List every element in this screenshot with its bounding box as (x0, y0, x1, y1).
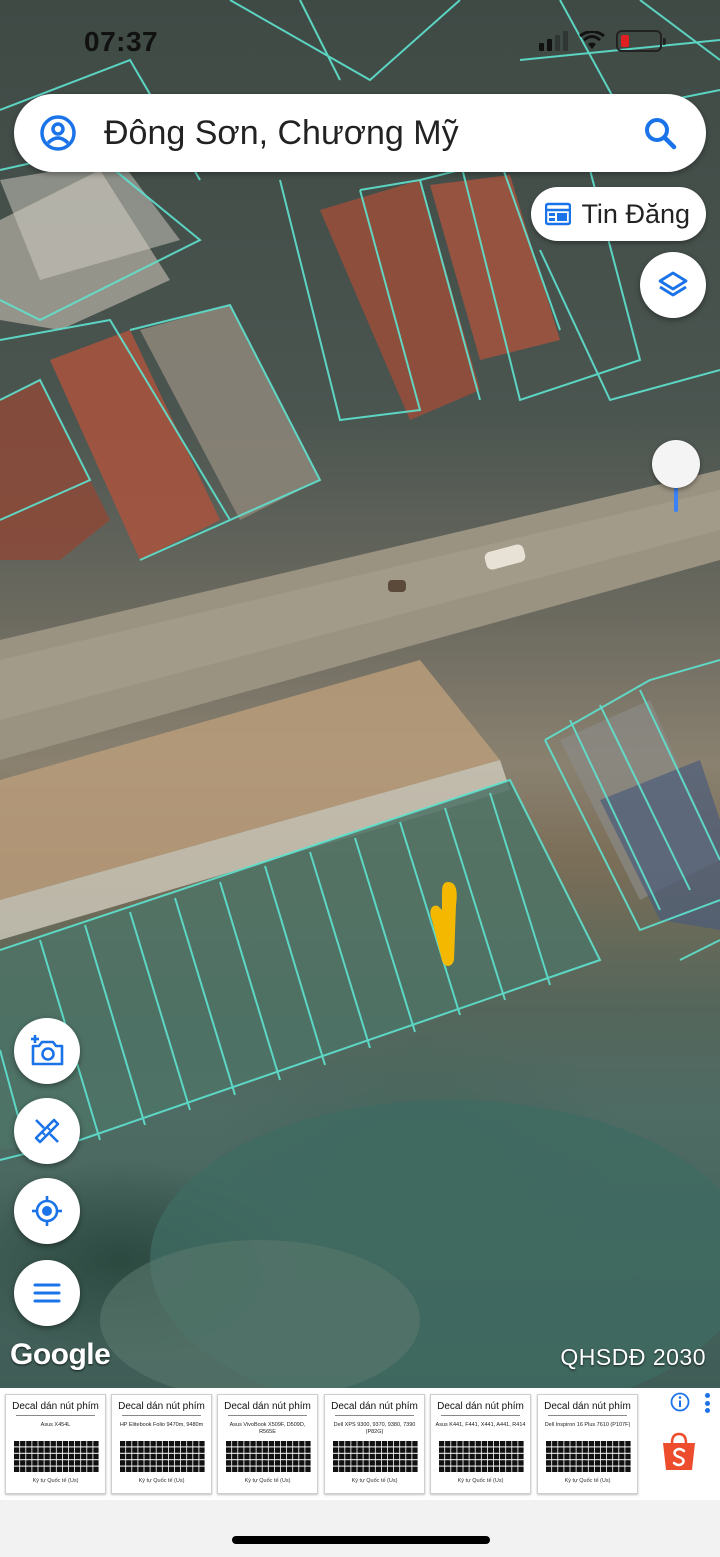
ad-card-model: Dell XPS 9300, 9370, 9380, 7390 (P82G) (333, 1422, 416, 1435)
tin-dang-label: Tin Đăng (581, 198, 690, 229)
status-time: 07:37 (84, 26, 159, 57)
keyboard-image (546, 1441, 631, 1472)
ad-product-card[interactable]: Decal dán nút phím Dell Inspiron 16 Plus … (537, 1394, 638, 1494)
ad-card-footer: Ký tự Quốc tế (Us) (351, 1478, 398, 1484)
keyboard-image (120, 1441, 205, 1472)
add-photo-button[interactable] (14, 1018, 80, 1084)
layers-button[interactable] (640, 252, 706, 318)
keyboard-image (226, 1441, 311, 1472)
add-photo-icon (31, 1035, 64, 1066)
my-location-icon (32, 1196, 62, 1226)
ad-product-card[interactable]: Decal dán nút phím Asus VivoBook X509F, D… (217, 1394, 318, 1494)
search-query[interactable]: Đông Sơn, Chương Mỹ (104, 114, 640, 153)
menu-icon (33, 1283, 61, 1303)
google-attribution: Google (10, 1338, 111, 1371)
layers-icon (658, 271, 688, 297)
my-location-button[interactable] (14, 1178, 80, 1244)
ad-banner[interactable]: Decal dán nút phím Asus X454L Ký tự Quốc t… (0, 1388, 720, 1500)
ad-card-model: HP Elitebook Folio 9470m, 9480m (119, 1422, 204, 1428)
ad-product-card[interactable]: Decal dán nút phím Asus X454L Ký tự Quốc t… (5, 1394, 106, 1494)
ad-info-icon[interactable] (670, 1392, 690, 1412)
keyboard-image (333, 1441, 418, 1472)
measure-button[interactable] (14, 1098, 80, 1164)
tin-dang-button[interactable]: Tin Đăng (531, 187, 706, 241)
ad-card-footer: Ký tự Quốc tế (Us) (138, 1478, 185, 1484)
ad-card-divider (441, 1415, 520, 1416)
home-area (0, 1500, 720, 1557)
ad-product-card[interactable]: Decal dán nút phím HP Elitebook Folio 947… (111, 1394, 212, 1494)
ad-card-divider (16, 1415, 95, 1416)
ad-card-model: Asus K441, F441, X441, A441, R414 (435, 1422, 526, 1428)
opacity-slider-knob[interactable] (652, 440, 700, 488)
account-icon[interactable] (38, 113, 78, 153)
ad-card-footer: Ký tự Quốc tế (Us) (244, 1478, 291, 1484)
cellular-signal-icon (539, 31, 568, 51)
ad-product-card[interactable]: Decal dán nút phím Dell XPS 9300, 9370, 9… (324, 1394, 425, 1494)
ad-card-footer: Ký tự Quốc tế (Us) (457, 1478, 504, 1484)
ad-card-divider (335, 1415, 414, 1416)
ad-card-model: Asus VivoBook X509F, D509D, R565E (229, 1422, 306, 1435)
ad-card-title: Decal dán nút phím (118, 1401, 205, 1412)
ad-product-card[interactable]: Decal dán nút phím Asus K441, F441, X441,… (430, 1394, 531, 1494)
ad-card-title: Decal dán nút phím (224, 1401, 311, 1412)
measure-tool-icon (34, 1118, 60, 1144)
battery-icon (616, 30, 666, 52)
home-indicator[interactable] (232, 1536, 490, 1544)
ad-card-footer: Ký tự Quốc tế (Us) (32, 1478, 79, 1484)
listing-icon (545, 202, 572, 226)
ad-card-footer: Ký tự Quốc tế (Us) (564, 1478, 611, 1484)
ad-card-title: Decal dán nút phím (12, 1401, 99, 1412)
ad-card-divider (228, 1415, 307, 1416)
menu-button[interactable] (14, 1260, 80, 1326)
ad-card-divider (548, 1415, 627, 1416)
ad-card-divider (122, 1415, 201, 1416)
keyboard-image (14, 1441, 99, 1472)
ad-card-title: Decal dán nút phím (331, 1401, 418, 1412)
search-bar[interactable]: Đông Sơn, Chương Mỹ (14, 94, 706, 172)
shopee-logo-icon[interactable] (660, 1432, 698, 1472)
ad-card-model: Asus X454L (40, 1422, 71, 1428)
keyboard-image (439, 1441, 524, 1472)
ad-card-model: Dell Inspiron 16 Plus 7610 (P107F) (544, 1422, 631, 1428)
ad-card-title: Decal dán nút phím (437, 1401, 524, 1412)
search-icon[interactable] (640, 113, 680, 153)
wifi-icon (579, 31, 605, 49)
ad-card-title: Decal dán nút phím (544, 1401, 631, 1412)
plan-label: QHSDĐ 2030 (560, 1344, 706, 1370)
status-icons (539, 30, 666, 52)
ad-more-options-icon[interactable] (705, 1393, 711, 1413)
